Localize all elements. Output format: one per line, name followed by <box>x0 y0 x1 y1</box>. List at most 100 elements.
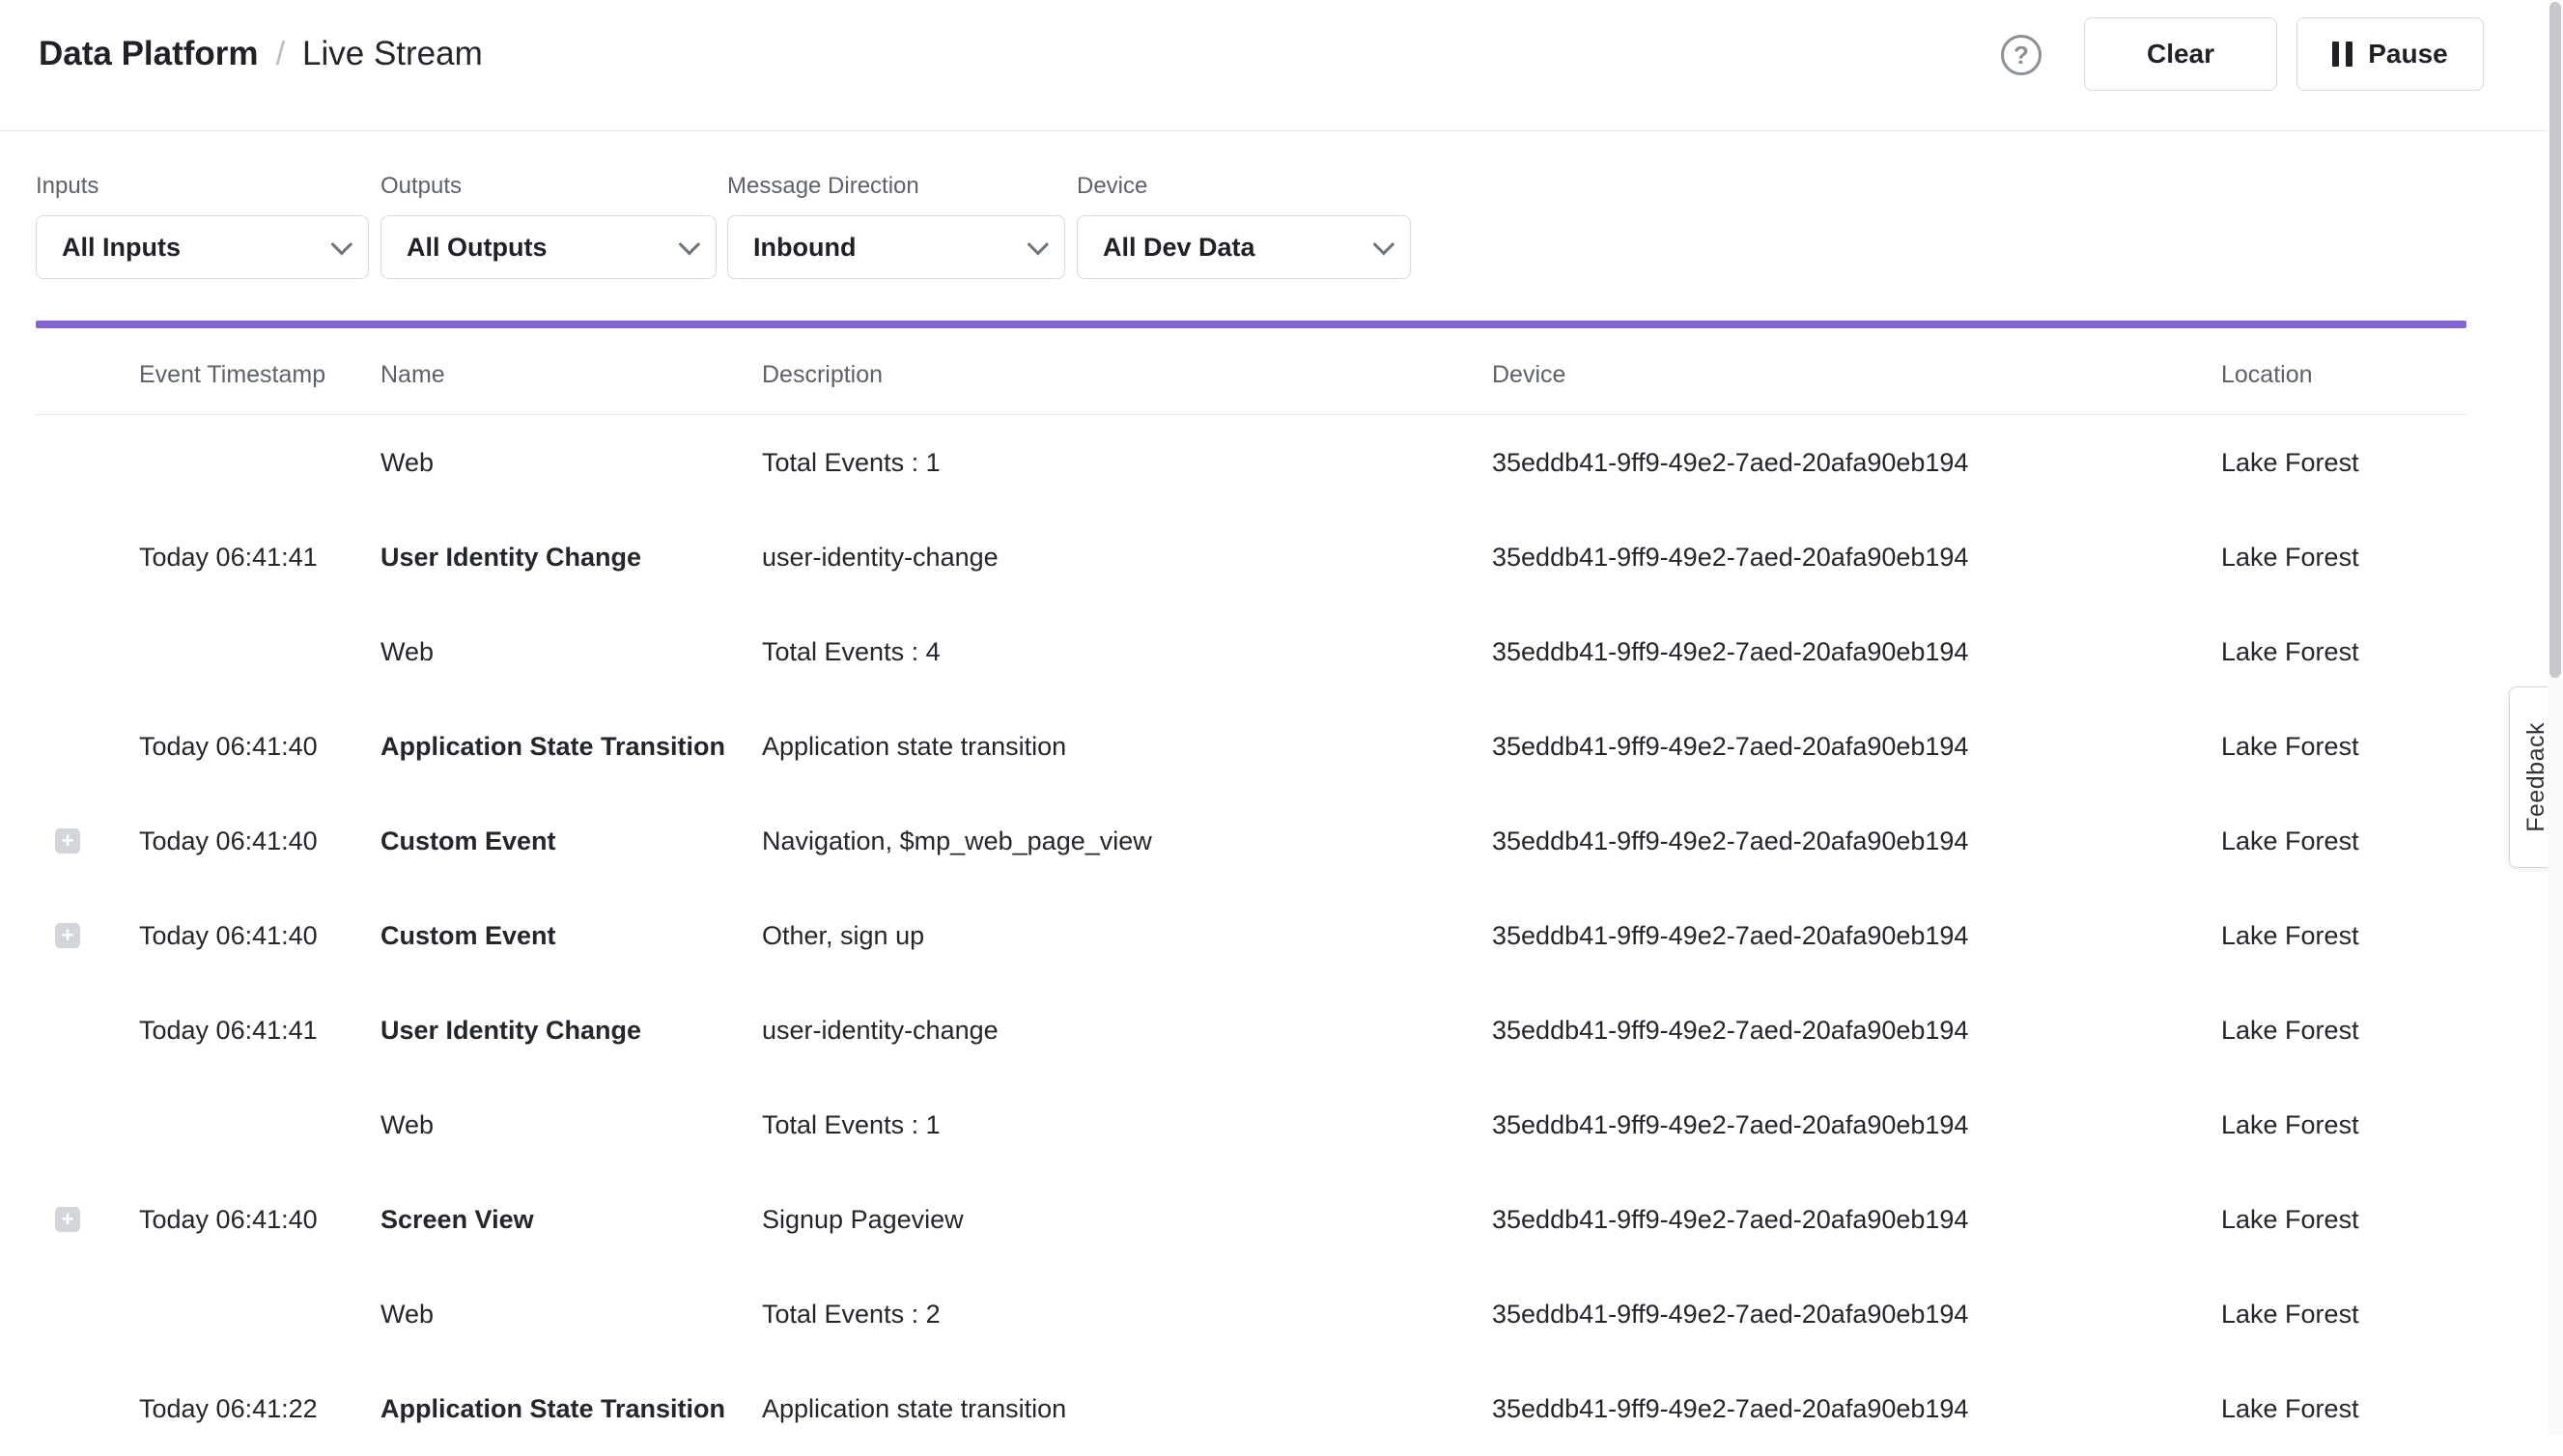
cell-timestamp: Today 06:41:40 <box>139 921 380 951</box>
filter-inputs: Inputs All Inputs <box>36 173 369 279</box>
cell-name: Application State Transition <box>380 1394 762 1424</box>
chevron-down-icon <box>1028 234 1050 256</box>
cell-description: user-identity-change <box>762 543 1492 573</box>
accent-divider <box>36 321 2466 328</box>
column-header-description: Description <box>762 361 1492 389</box>
help-icon[interactable]: ? <box>2001 35 2042 75</box>
pause-icon <box>2332 42 2352 67</box>
inputs-dropdown[interactable]: All Inputs <box>36 215 369 279</box>
scrollbar-track <box>2548 0 2563 1435</box>
cell-name: Web <box>380 448 762 478</box>
cell-location: Lake Forest <box>2221 1300 2466 1330</box>
cell-device: 35eddb41-9ff9-49e2-7aed-20afa90eb194 <box>1492 1110 2221 1140</box>
filter-device: Device All Dev Data <box>1077 173 1411 279</box>
column-header-name: Name <box>380 361 762 389</box>
cell-name: Custom Event <box>380 921 762 951</box>
cell-name: Screen View <box>380 1205 762 1235</box>
outputs-dropdown-value: All Outputs <box>407 233 547 263</box>
cell-device: 35eddb41-9ff9-49e2-7aed-20afa90eb194 <box>1492 826 2221 856</box>
cell-location: Lake Forest <box>2221 448 2466 478</box>
message-direction-dropdown[interactable]: Inbound <box>727 215 1065 279</box>
cell-name: Web <box>380 1300 762 1330</box>
expand-icon[interactable]: + <box>55 1207 80 1232</box>
table-row[interactable]: + Today 06:41:41 User Identity Change us… <box>36 510 2466 604</box>
filter-bar: Inputs All Inputs Outputs All Outputs Me… <box>0 132 2563 322</box>
cell-device: 35eddb41-9ff9-49e2-7aed-20afa90eb194 <box>1492 1394 2221 1424</box>
expand-icon[interactable]: + <box>55 923 80 948</box>
cell-description: Other, sign up <box>762 921 1492 951</box>
table-row[interactable]: + Today 06:41:40 Custom Event Navigation… <box>36 794 2466 888</box>
table-row[interactable]: + Web Total Events : 4 35eddb41-9ff9-49e… <box>36 604 2466 699</box>
cell-description: user-identity-change <box>762 1016 1492 1046</box>
expand-icon[interactable]: + <box>55 828 80 854</box>
feedback-tab-label: Feedback <box>2522 722 2550 832</box>
cell-description: Total Events : 4 <box>762 637 1492 667</box>
pause-button[interactable]: Pause <box>2296 17 2484 91</box>
cell-description: Total Events : 1 <box>762 1110 1492 1140</box>
cell-location: Lake Forest <box>2221 921 2466 951</box>
page-title: Live Stream <box>302 35 483 73</box>
cell-description: Signup Pageview <box>762 1205 1492 1235</box>
clear-button[interactable]: Clear <box>2084 17 2277 91</box>
scrollbar-thumb[interactable] <box>2549 2 2561 678</box>
chevron-down-icon <box>679 234 701 256</box>
breadcrumb: Data Platform / Live Stream <box>39 35 483 73</box>
table-header-row: Event Timestamp Name Description Device … <box>36 336 2466 415</box>
cell-device: 35eddb41-9ff9-49e2-7aed-20afa90eb194 <box>1492 921 2221 951</box>
table-row[interactable]: + Today 06:41:41 User Identity Change us… <box>36 983 2466 1078</box>
chevron-down-icon <box>331 234 353 256</box>
cell-timestamp: Today 06:41:41 <box>139 543 380 573</box>
cell-timestamp: Today 06:41:22 <box>139 1394 380 1424</box>
cell-timestamp: Today 06:41:40 <box>139 732 380 762</box>
cell-description: Total Events : 2 <box>762 1300 1492 1330</box>
cell-device: 35eddb41-9ff9-49e2-7aed-20afa90eb194 <box>1492 448 2221 478</box>
cell-name: Web <box>380 1110 762 1140</box>
cell-name: Custom Event <box>380 826 762 856</box>
cell-name: Application State Transition <box>380 732 762 762</box>
cell-location: Lake Forest <box>2221 1016 2466 1046</box>
clear-button-label: Clear <box>2147 39 2214 70</box>
column-header-location: Location <box>2221 361 2466 389</box>
table-row[interactable]: + Today 06:41:40 Custom Event Other, sig… <box>36 888 2466 983</box>
cell-device: 35eddb41-9ff9-49e2-7aed-20afa90eb194 <box>1492 1205 2221 1235</box>
table-row[interactable]: + Web Total Events : 2 35eddb41-9ff9-49e… <box>36 1267 2466 1361</box>
cell-description: Application state transition <box>762 1394 1492 1424</box>
table-row[interactable]: + Web Total Events : 1 35eddb41-9ff9-49e… <box>36 1078 2466 1172</box>
column-header-timestamp: Event Timestamp <box>139 361 380 389</box>
table-row[interactable]: + Today 06:41:40 Application State Trans… <box>36 699 2466 794</box>
filter-message-direction: Message Direction Inbound <box>727 173 1065 279</box>
filter-device-label: Device <box>1077 173 1411 200</box>
message-direction-dropdown-value: Inbound <box>753 233 856 263</box>
cell-description: Total Events : 1 <box>762 448 1492 478</box>
cell-name: User Identity Change <box>380 543 762 573</box>
table-body: + Web Total Events : 1 35eddb41-9ff9-49e… <box>36 415 2466 1456</box>
cell-device: 35eddb41-9ff9-49e2-7aed-20afa90eb194 <box>1492 1016 2221 1046</box>
table-row[interactable]: + Today 06:41:22 Application State Trans… <box>36 1361 2466 1456</box>
cell-device: 35eddb41-9ff9-49e2-7aed-20afa90eb194 <box>1492 637 2221 667</box>
cell-name: User Identity Change <box>380 1016 762 1046</box>
inputs-dropdown-value: All Inputs <box>62 233 181 263</box>
filter-outputs: Outputs All Outputs <box>380 173 717 279</box>
device-dropdown[interactable]: All Dev Data <box>1077 215 1411 279</box>
cell-device: 35eddb41-9ff9-49e2-7aed-20afa90eb194 <box>1492 732 2221 762</box>
chevron-down-icon <box>1373 234 1395 256</box>
top-bar: Data Platform / Live Stream ? Clear Paus… <box>0 0 2563 131</box>
live-stream-table: Event Timestamp Name Description Device … <box>36 336 2466 1456</box>
cell-location: Lake Forest <box>2221 637 2466 667</box>
pause-button-label: Pause <box>2368 39 2448 70</box>
table-row[interactable]: + Today 06:41:40 Screen View Signup Page… <box>36 1172 2466 1267</box>
table-row[interactable]: + Web Total Events : 1 35eddb41-9ff9-49e… <box>36 415 2466 510</box>
cell-timestamp: Today 06:41:41 <box>139 1016 380 1046</box>
breadcrumb-root[interactable]: Data Platform <box>39 35 259 73</box>
filter-outputs-label: Outputs <box>380 173 717 200</box>
cell-description: Navigation, $mp_web_page_view <box>762 826 1492 856</box>
filter-inputs-label: Inputs <box>36 173 369 200</box>
outputs-dropdown[interactable]: All Outputs <box>380 215 717 279</box>
cell-location: Lake Forest <box>2221 543 2466 573</box>
cell-location: Lake Forest <box>2221 1205 2466 1235</box>
cell-description: Application state transition <box>762 732 1492 762</box>
cell-device: 35eddb41-9ff9-49e2-7aed-20afa90eb194 <box>1492 543 2221 573</box>
cell-location: Lake Forest <box>2221 1394 2466 1424</box>
device-dropdown-value: All Dev Data <box>1103 233 1255 263</box>
cell-location: Lake Forest <box>2221 1110 2466 1140</box>
